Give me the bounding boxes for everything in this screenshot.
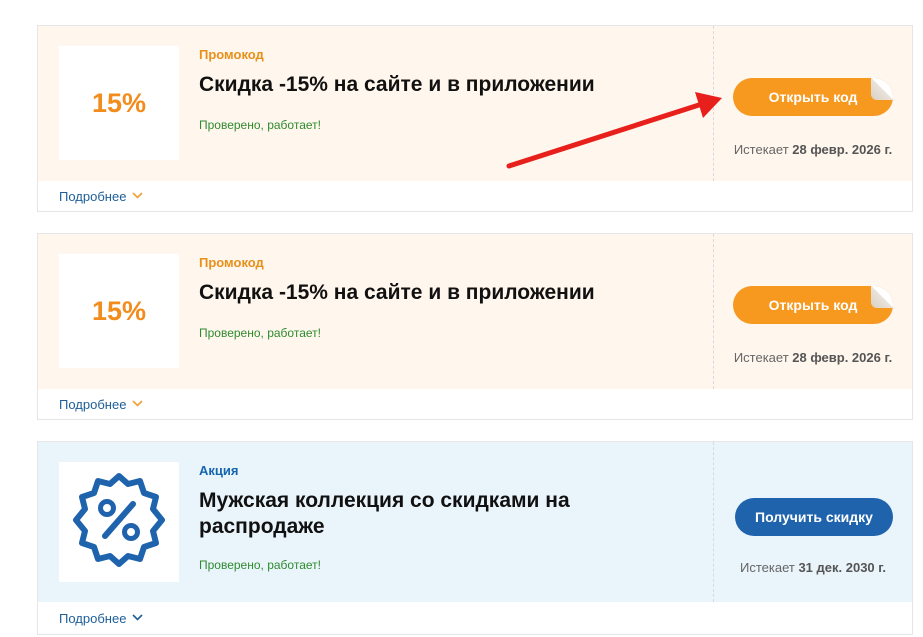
coupon-title[interactable]: Скидка -15% на сайте и в приложении xyxy=(199,72,679,98)
details-toggle[interactable]: Подробнее xyxy=(38,389,912,419)
coupon-card-body: 15% Промокод Скидка -15% на сайте и в пр… xyxy=(38,26,912,181)
expiry-prefix: Истекает xyxy=(740,560,799,575)
peel-corner-icon xyxy=(871,78,893,100)
details-label: Подробнее xyxy=(59,396,127,412)
open-code-button-label: Открыть код xyxy=(768,89,858,105)
peel-corner-icon xyxy=(871,286,893,308)
expiry-text: Истекает 28 февр. 2026 г. xyxy=(728,350,898,365)
coupon-card-3: Акция Мужская коллекция со скидками на р… xyxy=(37,441,913,635)
open-code-button[interactable]: Открыть код xyxy=(733,286,893,324)
dashed-divider xyxy=(713,442,714,602)
expiry-prefix: Истекает xyxy=(733,142,793,157)
expiry-text: Истекает 28 февр. 2026 г. xyxy=(728,142,898,157)
verified-label: Проверено, работает! xyxy=(199,118,321,132)
chevron-down-icon xyxy=(132,613,143,624)
coupon-title[interactable]: Скидка -15% на сайте и в приложении xyxy=(199,280,679,306)
coupon-type-label: Акция xyxy=(199,463,239,478)
coupon-logo xyxy=(59,462,179,582)
verified-label: Проверено, работает! xyxy=(199,326,321,340)
chevron-down-icon xyxy=(132,399,143,410)
open-code-button[interactable]: Открыть код xyxy=(733,78,893,116)
expiry-text: Истекает 31 дек. 2030 г. xyxy=(728,560,898,575)
logo-percent-text: 15% xyxy=(91,87,147,118)
verified-label: Проверено, работает! xyxy=(199,558,321,572)
coupon-title[interactable]: Мужская коллекция со скидками на распрод… xyxy=(199,488,679,540)
details-toggle[interactable]: Подробнее xyxy=(38,602,912,634)
coupon-logo: 15% xyxy=(59,254,179,368)
logo-percent-text: 15% xyxy=(91,295,147,326)
open-code-button-label: Открыть код xyxy=(768,297,858,313)
dashed-divider xyxy=(713,26,714,181)
get-discount-button-label: Получить скидку xyxy=(755,509,873,525)
coupon-card-body: 15% Промокод Скидка -15% на сайте и в пр… xyxy=(38,234,912,389)
details-label: Подробнее xyxy=(59,610,127,626)
expiry-date: 28 февр. 2026 г. xyxy=(792,142,893,157)
coupon-logo: 15% xyxy=(59,46,179,160)
coupon-card-body: Акция Мужская коллекция со скидками на р… xyxy=(38,442,912,602)
coupon-type-label: Промокод xyxy=(199,255,264,270)
coupon-card-2: 15% Промокод Скидка -15% на сайте и в пр… xyxy=(37,233,913,420)
expiry-prefix: Истекает xyxy=(733,350,793,365)
coupon-card-1: 15% Промокод Скидка -15% на сайте и в пр… xyxy=(37,25,913,212)
details-label: Подробнее xyxy=(59,188,127,204)
expiry-date: 31 дек. 2030 г. xyxy=(798,560,886,575)
chevron-down-icon xyxy=(132,191,143,202)
coupon-type-label: Промокод xyxy=(199,47,264,62)
expiry-date: 28 февр. 2026 г. xyxy=(792,350,893,365)
percent-badge-icon xyxy=(69,470,169,575)
details-toggle[interactable]: Подробнее xyxy=(38,181,912,211)
dashed-divider xyxy=(713,234,714,389)
get-discount-button[interactable]: Получить скидку xyxy=(735,498,893,536)
